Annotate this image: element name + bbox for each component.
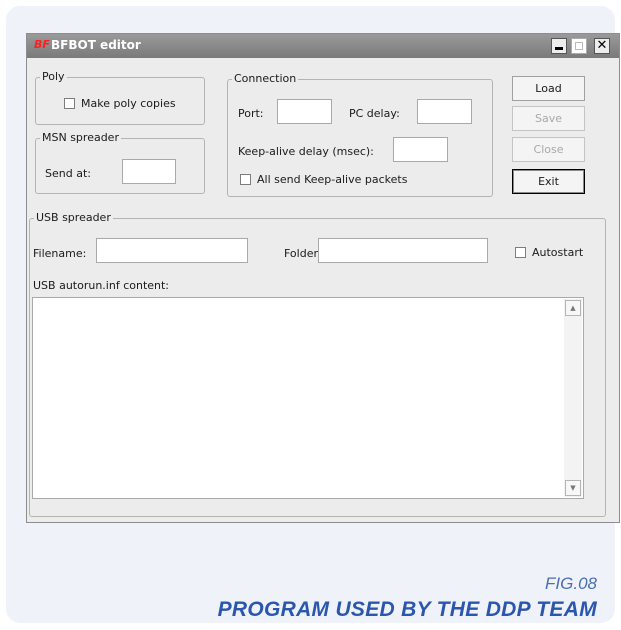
close-icon: ✕ [596, 38, 608, 53]
msn-spreader-legend: MSN spreader [40, 131, 121, 145]
filename-input[interactable] [96, 238, 248, 263]
msn-spreader-group: MSN spreader [35, 131, 205, 194]
port-input[interactable] [277, 99, 332, 124]
send-at-input[interactable] [122, 159, 176, 184]
bfbot-editor-window: BF BFBOT editor ✕ Poly Make poly copies … [26, 33, 620, 523]
textarea-scrollbar[interactable]: ▲ ▼ [564, 299, 582, 497]
make-poly-copies-checkbox[interactable] [64, 98, 75, 109]
exit-button[interactable]: Exit [512, 169, 585, 194]
all-send-keepalive-checkbox[interactable] [240, 174, 251, 185]
minimize-button[interactable] [551, 38, 567, 54]
save-button[interactable]: Save [512, 106, 585, 131]
window-title: BFBOT editor [51, 38, 141, 52]
load-button[interactable]: Load [512, 76, 585, 101]
keepalive-delay-label: Keep-alive delay (msec): [238, 145, 374, 158]
close-button[interactable]: Close [512, 137, 585, 162]
scroll-down-arrow-icon[interactable]: ▼ [565, 480, 581, 496]
all-send-keepalive-label: All send Keep-alive packets [257, 173, 408, 186]
usb-spreader-legend: USB spreader [34, 211, 113, 225]
figure-card: BF BFBOT editor ✕ Poly Make poly copies … [6, 6, 620, 623]
port-label: Port: [238, 107, 264, 120]
app-logo-icon: BF [34, 38, 50, 51]
autorun-content-textarea[interactable]: ▲ ▼ [32, 297, 584, 499]
maximize-button[interactable] [571, 38, 587, 54]
keepalive-delay-input[interactable] [393, 137, 448, 162]
pc-delay-label: PC delay: [349, 107, 400, 120]
close-window-button[interactable]: ✕ [594, 38, 610, 54]
title-bar[interactable]: BF BFBOT editor ✕ [27, 34, 619, 58]
autostart-checkbox[interactable] [515, 247, 526, 258]
figure-number: FIG.08 [545, 574, 597, 593]
usb-spreader-group: USB spreader Filename: Folder: Autostart… [29, 211, 606, 517]
pc-delay-input[interactable] [417, 99, 472, 124]
folder-label: Folder: [284, 247, 322, 260]
maximize-icon [575, 42, 583, 50]
send-at-label: Send at: [45, 167, 91, 180]
folder-input[interactable] [318, 238, 488, 263]
filename-label: Filename: [33, 247, 87, 260]
autostart-label: Autostart [532, 246, 584, 259]
connection-legend: Connection [232, 72, 299, 86]
minimize-icon [555, 47, 563, 50]
autorun-content-label: USB autorun.inf content: [33, 279, 170, 292]
poly-legend: Poly [40, 70, 67, 84]
figure-caption: PROGRAM USED BY THE DDP TEAM [217, 598, 597, 621]
scroll-up-arrow-icon[interactable]: ▲ [565, 300, 581, 316]
make-poly-copies-label: Make poly copies [81, 97, 176, 110]
